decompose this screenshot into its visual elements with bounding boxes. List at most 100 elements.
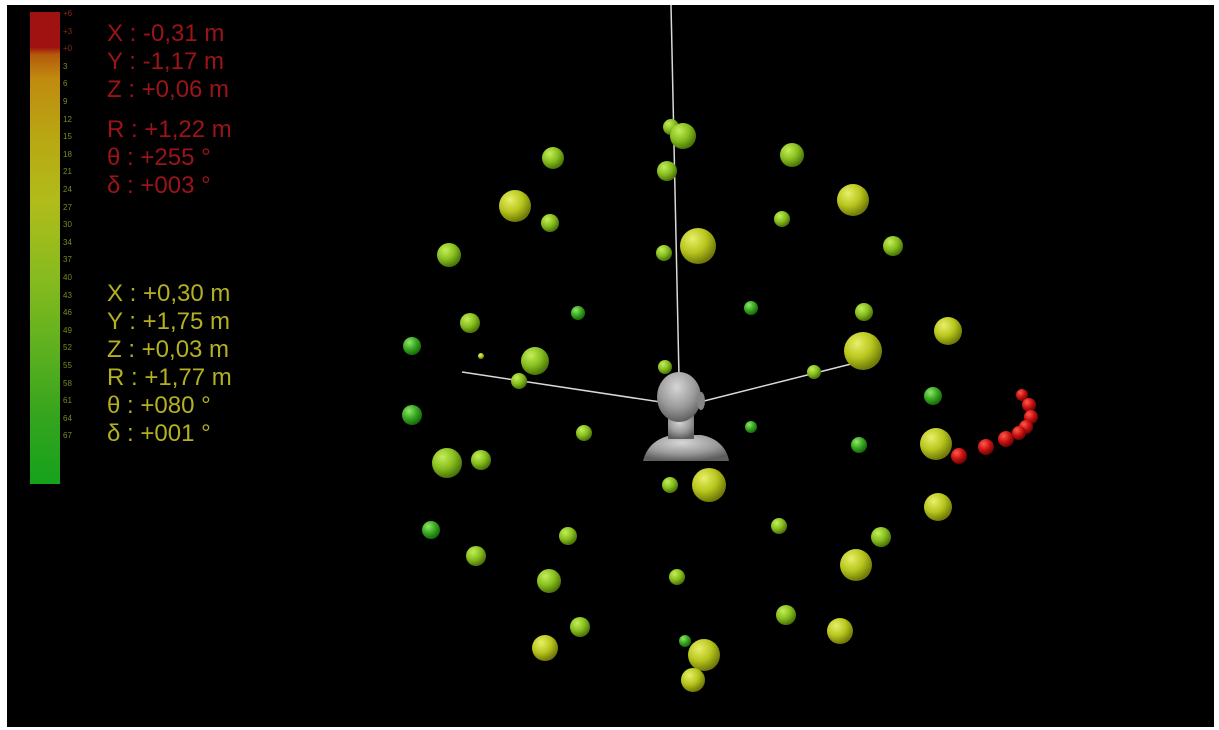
source-marker[interactable] bbox=[1022, 398, 1036, 412]
colorbar-tick-label: 27 bbox=[63, 202, 72, 212]
speaker-sphere[interactable] bbox=[466, 546, 486, 566]
colorbar-tick-label: 21 bbox=[63, 167, 72, 177]
speaker-sphere[interactable] bbox=[402, 405, 422, 425]
speaker-sphere[interactable] bbox=[571, 306, 585, 320]
listener-x: X : +0,30 m bbox=[107, 280, 231, 307]
speaker-sphere[interactable] bbox=[403, 337, 421, 355]
colorbar-tick-label: 15 bbox=[63, 132, 72, 142]
source-y: Y : -1,17 m bbox=[107, 48, 224, 75]
speaker-sphere[interactable] bbox=[688, 639, 720, 671]
speaker-sphere[interactable] bbox=[532, 635, 558, 661]
source-marker[interactable] bbox=[998, 431, 1014, 447]
speaker-sphere[interactable] bbox=[692, 468, 726, 502]
speaker-sphere[interactable] bbox=[934, 317, 962, 345]
speaker-sphere[interactable] bbox=[576, 425, 592, 441]
source-marker[interactable] bbox=[978, 439, 994, 455]
speaker-sphere[interactable] bbox=[478, 353, 484, 359]
listener-theta: θ : +080 ° bbox=[107, 392, 211, 419]
speaker-sphere[interactable] bbox=[471, 450, 491, 470]
source-marker[interactable] bbox=[951, 448, 967, 464]
colorbar-tick-label: 6 bbox=[63, 79, 68, 89]
colorbar-tick-label: 18 bbox=[63, 149, 72, 159]
colorbar-tick-label: 43 bbox=[63, 290, 72, 300]
speaker-sphere[interactable] bbox=[670, 123, 696, 149]
colorbar-tick-label: 3 bbox=[63, 61, 68, 71]
speaker-sphere[interactable] bbox=[924, 493, 952, 521]
speaker-sphere[interactable] bbox=[669, 569, 685, 585]
axis-vertical bbox=[670, 5, 680, 378]
speaker-sphere[interactable] bbox=[844, 332, 882, 370]
speaker-sphere[interactable] bbox=[499, 190, 531, 222]
colorbar-tick-label: 46 bbox=[63, 308, 72, 318]
colorbar-tick-label: 64 bbox=[63, 413, 72, 423]
source-z: Z : +0,06 m bbox=[107, 76, 230, 103]
source-marker[interactable] bbox=[1012, 426, 1026, 440]
colorbar-tick-label: 40 bbox=[63, 273, 72, 282]
speaker-sphere[interactable] bbox=[658, 360, 672, 374]
speaker-sphere[interactable] bbox=[807, 365, 821, 379]
speaker-sphere[interactable] bbox=[432, 448, 462, 478]
speaker-sphere[interactable] bbox=[837, 184, 869, 216]
speaker-sphere[interactable] bbox=[771, 518, 787, 534]
listener-y: Y : +1,75 m bbox=[107, 308, 230, 335]
colorbar-tick-label: 34 bbox=[63, 237, 72, 247]
speaker-sphere[interactable] bbox=[662, 477, 678, 493]
speaker-sphere[interactable] bbox=[851, 437, 867, 453]
colorbar-tick-label: 9 bbox=[63, 97, 68, 106]
speaker-sphere[interactable] bbox=[776, 605, 796, 625]
axis-left bbox=[461, 371, 668, 404]
speaker-sphere[interactable] bbox=[840, 549, 872, 581]
colorbar-tick-label: 24 bbox=[63, 185, 72, 194]
speaker-sphere[interactable] bbox=[542, 147, 564, 169]
source-r: R : +1,22 m bbox=[107, 116, 232, 143]
speaker-sphere[interactable] bbox=[537, 569, 561, 593]
listener-readout: X : +0,30 m Y : +1,75 m Z : +0,03 m R : … bbox=[107, 280, 232, 448]
colorbar-tick-label: +6 bbox=[63, 9, 73, 18]
source-delta: δ : +003 ° bbox=[107, 172, 211, 199]
speaker-sphere[interactable] bbox=[924, 387, 942, 405]
speaker-sphere[interactable] bbox=[541, 214, 559, 232]
speaker-sphere[interactable] bbox=[570, 617, 590, 637]
listener-z: Z : +0,03 m bbox=[107, 336, 230, 363]
speaker-sphere[interactable] bbox=[681, 668, 705, 692]
speaker-sphere[interactable] bbox=[656, 245, 672, 261]
speaker-sphere[interactable] bbox=[679, 635, 691, 647]
speaker-sphere[interactable] bbox=[657, 161, 677, 181]
speaker-sphere[interactable] bbox=[422, 521, 440, 539]
speaker-sphere[interactable] bbox=[774, 211, 790, 227]
speaker-sphere[interactable] bbox=[744, 301, 758, 315]
speaker-sphere[interactable] bbox=[780, 143, 804, 167]
source-theta: θ : +255 ° bbox=[107, 144, 211, 171]
speaker-sphere[interactable] bbox=[855, 303, 873, 321]
colorbar-tick-label: 52 bbox=[63, 343, 72, 353]
speaker-sphere[interactable] bbox=[437, 243, 461, 267]
speaker-sphere[interactable] bbox=[827, 618, 853, 644]
speaker-sphere[interactable] bbox=[920, 428, 952, 460]
speaker-sphere[interactable] bbox=[883, 236, 903, 256]
axis-right bbox=[703, 362, 856, 402]
source-readout: X : -0,31 m Y : -1,17 m Z : +0,06 m R : … bbox=[107, 20, 232, 200]
colorbar-tick-label: 30 bbox=[63, 220, 72, 230]
colorbar-tick-label: 12 bbox=[63, 114, 72, 124]
speaker-sphere[interactable] bbox=[680, 228, 716, 264]
colorbar-ticks: +6 +3 +0 3 6 9 12 15 18 21 24 27 30 34 37 40 43 46 49 52 55 5… bbox=[63, 5, 93, 485]
colorbar-tick-label: 67 bbox=[63, 431, 72, 441]
colorbar-tick-label: 61 bbox=[63, 396, 72, 406]
source-trail[interactable] bbox=[951, 389, 1038, 464]
speaker-sphere[interactable] bbox=[521, 347, 549, 375]
colorbar-tick-label: 58 bbox=[63, 378, 72, 388]
colorbar-tick-label: 37 bbox=[63, 255, 72, 265]
speaker-sphere[interactable] bbox=[871, 527, 891, 547]
listener-head[interactable] bbox=[643, 372, 729, 461]
colorbar-tick-label: +3 bbox=[63, 26, 73, 36]
speaker-sphere[interactable] bbox=[745, 421, 757, 433]
source-x: X : -0,31 m bbox=[107, 20, 225, 47]
speaker-sphere[interactable] bbox=[511, 373, 527, 389]
level-colorbar bbox=[30, 12, 60, 484]
speaker-sphere[interactable] bbox=[559, 527, 577, 545]
3d-viewport[interactable]: +6 +3 +0 3 6 9 12 15 18 21 24 27 30 34 37 40 43 46 49 52 55 5… bbox=[7, 5, 1214, 727]
speaker-sphere[interactable] bbox=[460, 313, 480, 333]
listener-r: R : +1,77 m bbox=[107, 364, 232, 391]
colorbar-tick-label: 49 bbox=[63, 325, 72, 335]
listener-delta: δ : +001 ° bbox=[107, 420, 211, 447]
